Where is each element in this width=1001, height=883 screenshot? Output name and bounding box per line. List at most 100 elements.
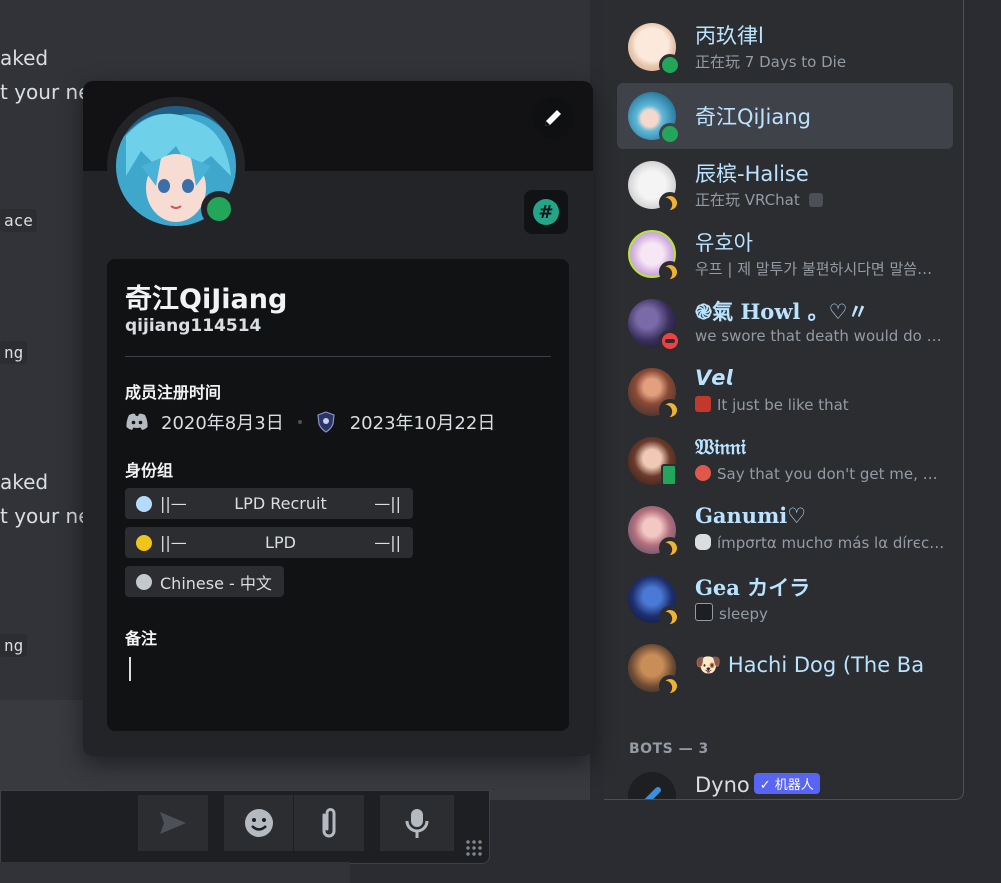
- member-item[interactable]: Gea カイラ sleepy: [617, 566, 953, 632]
- server-join-date: 2023年10月22日: [349, 413, 496, 434]
- mic-icon: [405, 809, 429, 838]
- member-name: ֎氣 Howl 。♡〃: [695, 299, 869, 324]
- member-since-row: 2020年8月3日 2023年10月22日: [125, 411, 496, 434]
- member-name: 유호아: [695, 231, 753, 255]
- member-name: 奇江QiJiang: [695, 105, 811, 129]
- edit-profile-button[interactable]: [532, 97, 574, 139]
- member-item[interactable]: 𝙑𝙚𝙡 It just be like that: [617, 359, 953, 425]
- pencil-icon: [545, 110, 561, 126]
- divider: [125, 356, 551, 357]
- status-dnd-icon: [659, 330, 681, 352]
- member-name: 辰槟-Halise: [695, 162, 809, 186]
- activity-text: It just be like that: [717, 396, 849, 414]
- role-pill[interactable]: ||— LPD —||: [125, 527, 413, 558]
- role-name: LPD Recruit: [234, 494, 327, 513]
- discord-logo-icon: [126, 413, 148, 430]
- chat-code-chip: ng: [0, 634, 28, 657]
- member-item[interactable]: 유호아 우프 | 제 말투가 불편하시다면 말씀해주세요: [617, 221, 953, 287]
- member-name: Dyno ✓ 机器人: [695, 773, 820, 797]
- status-online-icon: [659, 123, 681, 145]
- bot-badge: ✓ 机器人: [753, 773, 820, 794]
- bottom-strip: [0, 862, 350, 883]
- server-shield-icon: [317, 411, 335, 433]
- status-online-icon: [659, 54, 681, 76]
- member-activity: 正在玩 7 Days to Die: [695, 53, 847, 71]
- member-name: 𝙑𝙚𝙡: [695, 365, 733, 390]
- status-mobile-icon: [661, 464, 677, 486]
- member-item[interactable]: 🐶 Hachi Dog (The Ba: [617, 635, 953, 701]
- bots-section-header: BOTS — 3: [629, 741, 709, 757]
- emoji-button[interactable]: [223, 795, 294, 851]
- role-pill[interactable]: ||— LPD Recruit —||: [125, 488, 413, 519]
- member-item[interactable]: ֎氣 Howl 。♡〃 we swore that death would do…: [617, 290, 953, 356]
- chat-text: aked: [0, 46, 49, 70]
- role-suffix: —||: [374, 494, 401, 513]
- member-item[interactable]: 丙玖律l 正在玩 7 Days to Die: [617, 14, 953, 80]
- emoji-f-icon: [695, 603, 713, 621]
- attach-button[interactable]: [293, 795, 364, 851]
- member-list[interactable]: 丙玖律l 正在玩 7 Days to Die 奇江QiJiang 辰槟-Hali…: [604, 0, 964, 800]
- member-activity: sleepy: [695, 603, 768, 623]
- chat-code-chip: ace: [0, 209, 37, 232]
- mic-button[interactable]: [379, 795, 454, 851]
- avatar: [628, 772, 676, 799]
- role-suffix: —||: [374, 533, 401, 552]
- bot-name: Dyno: [695, 773, 750, 797]
- discord-join-date: 2020年8月3日: [161, 413, 284, 434]
- member-activity: Say that you don't get me, say that you: [695, 465, 945, 483]
- attach-icon: [322, 808, 336, 838]
- chat-code-chip: ng: [0, 341, 28, 364]
- chat-text: t your ne: [0, 504, 91, 528]
- status-online-icon: [201, 191, 237, 227]
- status-idle-icon: [659, 606, 681, 628]
- role-pill[interactable]: Chinese - 中文: [125, 566, 284, 597]
- role-prefix: ||—: [160, 533, 187, 552]
- chat-text: aked: [0, 470, 49, 494]
- member-name: Gea カイラ: [695, 575, 811, 600]
- member-name: Ganumi♡: [695, 503, 807, 528]
- activity-text: 正在玩 VRChat: [695, 191, 800, 209]
- member-activity: 正在玩 VRChat: [695, 189, 829, 210]
- profile-info-card: 奇江QiJiang qijiang114514 成员注册时间 2020年8月3日…: [107, 259, 569, 731]
- member-name: 🐶 Hachi Dog (The Ba: [695, 653, 925, 677]
- send-button[interactable]: [137, 795, 208, 851]
- bot-item[interactable]: Dyno ✓ 机器人: [617, 763, 953, 799]
- member-activity: ímpσrtα muchσ más lα dírєccíón: [695, 534, 945, 552]
- resize-grip-icon[interactable]: [465, 839, 483, 857]
- member-activity: It just be like that: [695, 396, 849, 414]
- status-idle-icon: [659, 675, 681, 697]
- member-item[interactable]: Ganumi♡ ímpσrtα muchσ más lα dírєccíón: [617, 497, 953, 563]
- role-prefix: ||—: [160, 494, 187, 513]
- note-title: 备注: [125, 629, 158, 648]
- note-input[interactable]: [129, 657, 131, 681]
- role-name: LPD: [265, 533, 296, 552]
- hashtag-icon: #: [533, 199, 559, 225]
- separator-dot: [297, 420, 302, 424]
- chat-text: t your ne: [0, 80, 91, 104]
- profile-username[interactable]: qijiang114514: [125, 316, 261, 336]
- member-item[interactable]: 辰槟-Halise 正在玩 VRChat: [617, 152, 953, 218]
- roles-title: 身份组: [125, 461, 174, 480]
- hashtag-badge-button[interactable]: #: [524, 190, 568, 234]
- status-idle-icon: [659, 192, 681, 214]
- activity-text: ímpσrtα muchσ más lα dírєccíón: [717, 534, 945, 552]
- profile-popout[interactable]: # 奇江QiJiang qijiang114514 成员注册时间 2020年8月…: [83, 81, 593, 756]
- emoji-icon: [245, 809, 273, 837]
- activity-text: Say that you don't get me, say that you: [717, 465, 945, 483]
- member-name: 丙玖律l: [695, 24, 764, 48]
- status-idle-icon: [659, 537, 681, 559]
- gamepad-icon: [695, 534, 711, 550]
- member-since-title: 成员注册时间: [125, 383, 222, 402]
- emoji-devil-icon: [695, 396, 711, 412]
- rich-presence-icon: [808, 193, 823, 207]
- member-activity: 우프 | 제 말투가 불편하시다면 말씀해주세요: [695, 260, 945, 278]
- member-item-selected[interactable]: 奇江QiJiang: [617, 83, 953, 149]
- emoji-girl-icon: [695, 465, 711, 481]
- message-composer[interactable]: [0, 790, 490, 864]
- role-name: Chinese - 中文: [160, 573, 272, 593]
- member-item[interactable]: 𝔚𝔦𝔫𝔫𝔦 Say that you don't get me, say tha…: [617, 428, 953, 494]
- role-color-dot: [136, 534, 152, 551]
- member-name: 𝔚𝔦𝔫𝔫𝔦: [695, 434, 746, 459]
- status-idle-icon: [659, 399, 681, 421]
- send-icon: [160, 812, 186, 834]
